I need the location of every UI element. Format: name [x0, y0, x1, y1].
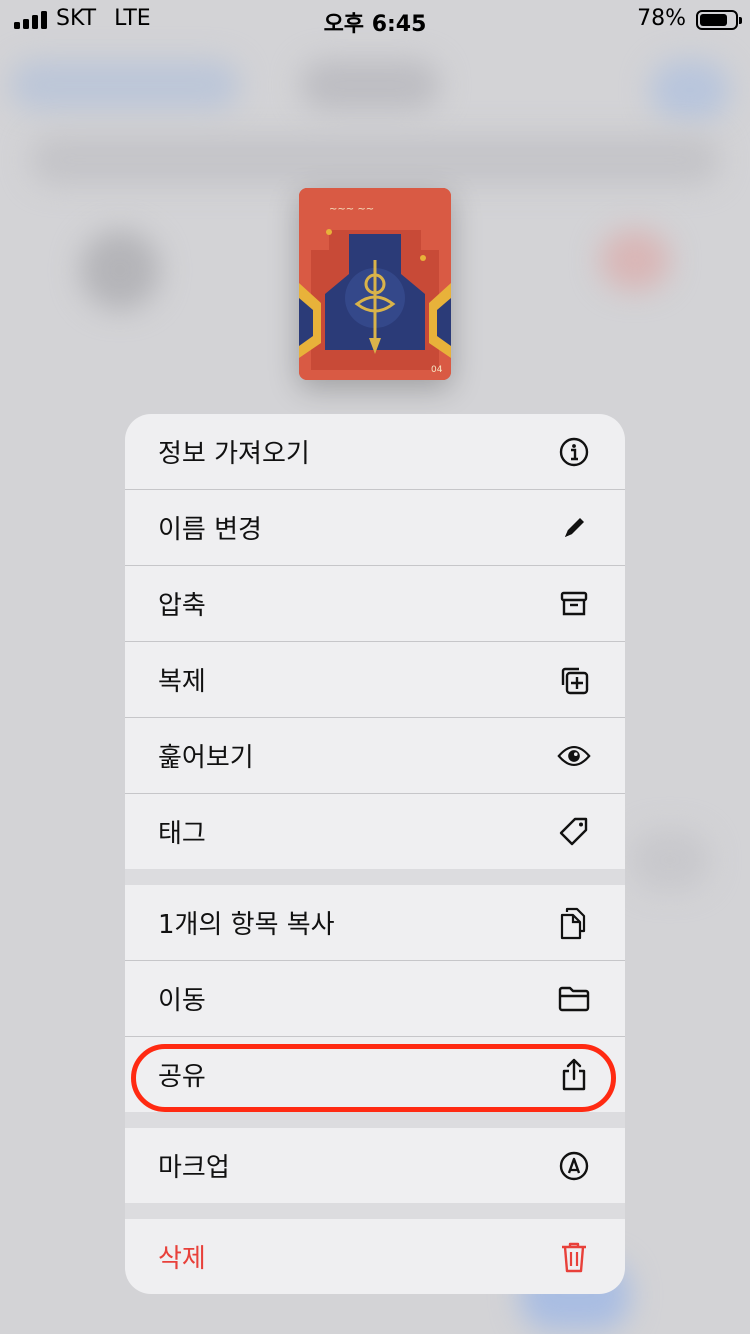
svg-text:04: 04: [431, 365, 443, 375]
copy-documents-icon: [557, 906, 591, 940]
menu-section-separator: [125, 1112, 625, 1128]
blurred-title: [300, 60, 440, 110]
blurred-nav-button: [650, 60, 730, 120]
pencil-icon: [557, 511, 591, 545]
menu-item-delete[interactable]: 삭제: [125, 1219, 625, 1294]
battery-icon: [696, 10, 742, 30]
info-circle-icon: [557, 435, 591, 469]
battery-fill: [700, 14, 727, 26]
archive-box-icon: [557, 587, 591, 621]
menu-item-label: 태그: [158, 819, 206, 849]
menu-section-separator: [125, 1203, 625, 1219]
menu-item-quick-look[interactable]: 훑어보기: [125, 718, 625, 793]
menu-item-markup[interactable]: 마크업: [125, 1128, 625, 1203]
file-thumbnail[interactable]: ~~~ ~~ 04: [299, 188, 451, 380]
folder-icon: [557, 982, 591, 1016]
menu-item-compress[interactable]: 압축: [125, 566, 625, 641]
menu-item-get-info[interactable]: 정보 가져오기: [125, 414, 625, 489]
menu-item-label: 정보 가져오기: [158, 439, 310, 469]
markup-pen-icon: [557, 1149, 591, 1183]
menu-item-label: 삭제: [158, 1244, 206, 1274]
menu-item-label: 이름 변경: [158, 515, 262, 545]
blurred-search-bar: [30, 135, 720, 185]
eye-icon: [557, 739, 591, 773]
status-bar: SKT LTE 오후 6:45 78%: [0, 0, 750, 40]
menu-item-label: 훑어보기: [158, 743, 254, 773]
menu-item-copy[interactable]: 1개의 항목 복사: [125, 885, 625, 960]
menu-item-label: 이동: [158, 986, 206, 1016]
blurred-item: [630, 830, 710, 890]
menu-section-separator: [125, 869, 625, 885]
menu-item-move[interactable]: 이동: [125, 961, 625, 1036]
context-menu: 정보 가져오기 이름 변경 압축 복제 훑어보기 태그 1개의 항목 복사 이동…: [125, 414, 625, 1294]
menu-item-rename[interactable]: 이름 변경: [125, 490, 625, 565]
duplicate-plus-icon: [557, 663, 591, 697]
tag-icon: [557, 815, 591, 849]
menu-item-label: 복제: [158, 667, 206, 697]
blurred-file-icon: [600, 230, 670, 290]
menu-item-label: 1개의 항목 복사: [158, 910, 335, 940]
menu-item-tags[interactable]: 태그: [125, 794, 625, 869]
menu-item-duplicate[interactable]: 복제: [125, 642, 625, 717]
blurred-back-button: [10, 60, 240, 110]
menu-item-label: 압축: [158, 591, 206, 621]
svg-text:~~~ ~~: ~~~ ~~: [329, 204, 374, 215]
battery-percent: 78%: [637, 6, 686, 31]
poster-artwork-icon: ~~~ ~~ 04: [299, 188, 451, 380]
share-highlight-annotation: [131, 1044, 616, 1112]
menu-item-label: 마크업: [158, 1153, 230, 1183]
trash-icon: [557, 1240, 591, 1274]
blurred-folder-icon: [80, 230, 160, 310]
